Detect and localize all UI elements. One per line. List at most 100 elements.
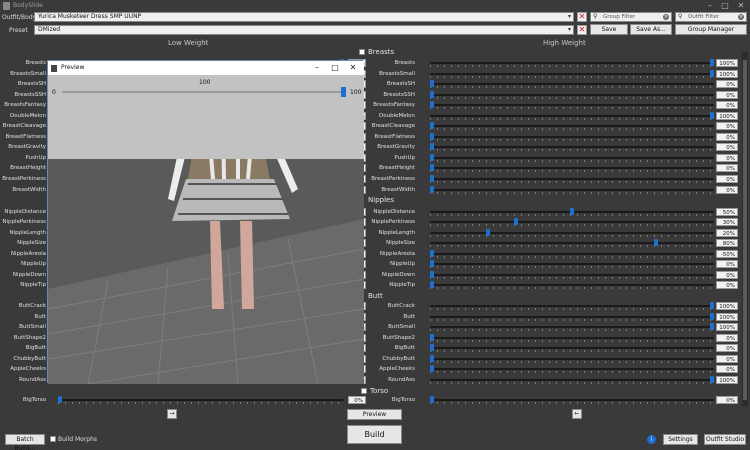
copy-left-button[interactable]: ← <box>572 409 582 419</box>
high-slider-breastsfantasy[interactable] <box>430 100 714 110</box>
slider-thumb[interactable] <box>430 365 434 372</box>
high-slider-buttcrack[interactable] <box>430 301 714 311</box>
build-button[interactable]: Build <box>347 425 402 444</box>
high-value-breastcleavage[interactable]: 0% <box>716 122 738 130</box>
high-slider-nippledown[interactable] <box>430 270 714 280</box>
slider-thumb[interactable] <box>430 355 434 362</box>
outfit-filter-input[interactable]: ⚲ Outfit Filter × <box>675 12 747 22</box>
high-value-applecheeks[interactable]: 0% <box>716 365 738 373</box>
slider-thumb[interactable] <box>430 186 434 193</box>
high-value-breastwidth[interactable]: 0% <box>716 186 738 194</box>
high-slider-breastsssh[interactable] <box>430 90 714 100</box>
slider-thumb[interactable] <box>514 218 518 225</box>
high-value-doublemelon[interactable]: 100% <box>716 112 738 120</box>
high-slider-breastheight[interactable] <box>430 163 714 173</box>
slider-thumb[interactable] <box>430 175 434 182</box>
high-value-breastsssh[interactable]: 0% <box>716 91 738 99</box>
slider-thumb[interactable] <box>710 112 714 119</box>
slider-thumb[interactable] <box>430 122 434 129</box>
clear-filter-icon[interactable]: × <box>738 14 744 20</box>
category-checkbox[interactable] <box>361 388 367 394</box>
slider-thumb[interactable] <box>710 302 714 309</box>
outfit-studio-button[interactable]: Outfit Studio <box>704 434 746 445</box>
group-manager-button[interactable]: Group Manager <box>675 24 747 35</box>
slider-thumb[interactable] <box>486 229 490 236</box>
clear-filter-icon[interactable]: × <box>663 14 669 20</box>
low-value-bigtorso[interactable]: 0% <box>348 396 366 404</box>
slider-thumb[interactable] <box>710 313 714 320</box>
high-slider-nipplesize[interactable] <box>430 238 714 248</box>
slider-thumb[interactable] <box>710 70 714 77</box>
preview-weight-slider[interactable] <box>62 87 346 97</box>
high-value-buttsmall[interactable]: 100% <box>716 323 738 331</box>
high-value-pushup[interactable]: 0% <box>716 154 738 162</box>
high-slider-butt[interactable] <box>430 312 714 322</box>
slider-thumb[interactable] <box>430 281 434 288</box>
high-slider-applecheeks[interactable] <box>430 364 714 374</box>
high-value-roundass[interactable]: 100% <box>716 376 738 384</box>
slider-thumb[interactable] <box>710 59 714 66</box>
high-slider-buttshape2[interactable] <box>430 333 714 343</box>
high-slider-nippleup[interactable] <box>430 259 714 269</box>
high-slider-chubbybutt[interactable] <box>430 354 714 364</box>
high-value-nippledistance[interactable]: 50% <box>716 208 738 216</box>
high-slider-roundass[interactable] <box>430 375 714 385</box>
high-slider-nippleareola[interactable] <box>430 249 714 259</box>
high-slider-breastperkiness[interactable] <box>430 174 714 184</box>
slider-thumb[interactable] <box>430 260 434 267</box>
slider-list-scrollbar[interactable] <box>742 52 748 406</box>
high-value-breastgravity[interactable]: 0% <box>716 143 738 151</box>
category-checkbox[interactable] <box>359 49 365 55</box>
high-slider-nippledistance[interactable] <box>430 207 714 217</box>
high-value-breasts[interactable]: 100% <box>716 59 738 67</box>
high-value-buttshape2[interactable]: 0% <box>716 334 738 342</box>
category-breasts[interactable]: Breasts <box>359 48 394 56</box>
clear-outfit-button[interactable]: ✕ <box>577 12 587 22</box>
clear-preset-button[interactable]: ✕ <box>577 25 587 35</box>
info-icon[interactable]: i <box>647 435 656 444</box>
slider-thumb[interactable] <box>430 80 434 87</box>
high-value-breastsfantasy[interactable]: 0% <box>716 101 738 109</box>
high-value-nipplesize[interactable]: 80% <box>716 239 738 247</box>
settings-button[interactable]: Settings <box>663 434 698 445</box>
high-value-breastheight[interactable]: 0% <box>716 164 738 172</box>
high-value-nippletip[interactable]: 0% <box>716 281 738 289</box>
save-button[interactable]: Save <box>590 24 628 35</box>
preview-button[interactable]: Preview <box>347 409 402 420</box>
maximize-icon[interactable]: □ <box>717 0 733 12</box>
high-value-bigbutt[interactable]: 0% <box>716 344 738 352</box>
high-slider-breastgravity[interactable] <box>430 142 714 152</box>
high-value-nippleperkiness[interactable]: 30% <box>716 218 738 226</box>
high-slider-breastssh[interactable] <box>430 79 714 89</box>
high-slider-bigtorso[interactable] <box>430 395 714 405</box>
close-icon[interactable]: ✕ <box>733 0 749 12</box>
group-filter-input[interactable]: ⚲ Group Filter × <box>590 12 672 22</box>
slider-thumb[interactable] <box>654 239 658 246</box>
high-value-nippleareola[interactable]: -50% <box>716 250 738 258</box>
preview-3d-viewport[interactable] <box>48 159 364 384</box>
slider-thumb[interactable] <box>570 208 574 215</box>
high-value-nippleup[interactable]: 0% <box>716 260 738 268</box>
high-slider-doublemelon[interactable] <box>430 111 714 121</box>
slider-thumb[interactable] <box>430 154 434 161</box>
slider-thumb[interactable] <box>430 133 434 140</box>
preview-slider-thumb[interactable] <box>341 87 346 97</box>
slider-thumb[interactable] <box>430 164 434 171</box>
close-icon[interactable]: ✕ <box>346 63 360 72</box>
outfit-body-select[interactable]: Yurica Musketeer Dress SMP UUNP ▾ <box>34 12 574 22</box>
scrollbar-thumb[interactable] <box>743 60 747 400</box>
high-value-nippledown[interactable]: 0% <box>716 271 738 279</box>
slider-thumb[interactable] <box>710 376 714 383</box>
maximize-icon[interactable]: □ <box>328 63 342 72</box>
high-slider-breastwidth[interactable] <box>430 185 714 195</box>
slider-thumb[interactable] <box>430 91 434 98</box>
preview-window[interactable]: Preview – □ ✕ 100 0 100 <box>47 60 364 384</box>
copy-right-button[interactable]: → <box>167 409 177 419</box>
batch-build-button[interactable]: Batch Build... <box>5 434 45 450</box>
slider-thumb[interactable] <box>430 101 434 108</box>
high-value-breastssh[interactable]: 0% <box>716 80 738 88</box>
slider-thumb[interactable] <box>430 396 434 403</box>
high-slider-breastcleavage[interactable] <box>430 121 714 131</box>
high-slider-nippleperkiness[interactable] <box>430 217 714 227</box>
preset-select[interactable]: DMized ▾ <box>34 25 574 35</box>
